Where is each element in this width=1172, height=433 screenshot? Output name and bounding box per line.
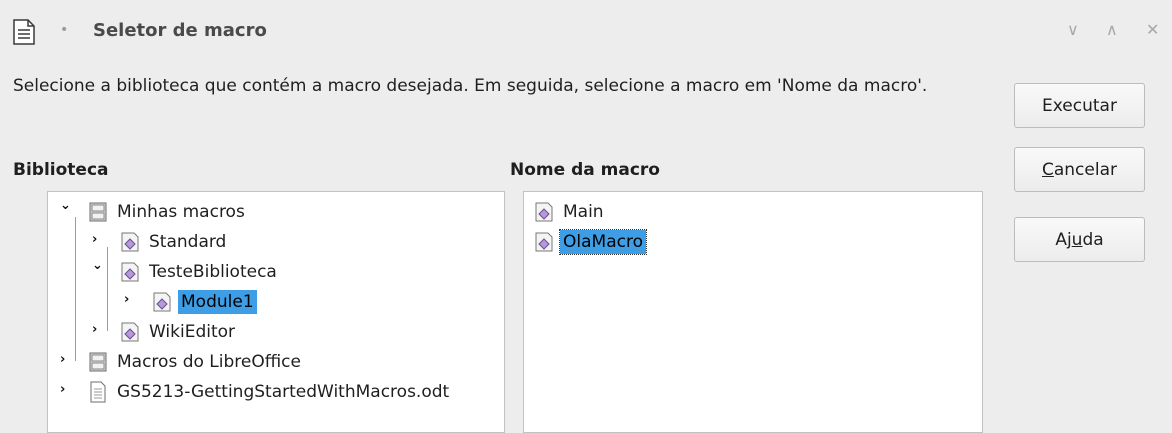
- macro-item-label: OlaMacro: [559, 229, 647, 255]
- basic-library-icon: [121, 232, 139, 252]
- macro-item-label: Main: [563, 202, 604, 222]
- tree-item-label: WikiEditor: [149, 322, 236, 342]
- tree-item-wikieditor[interactable]: WikiEditor: [120, 317, 238, 347]
- execute-button-label: Executar: [1042, 95, 1117, 116]
- tree-item-label: Standard: [149, 232, 227, 252]
- macro-item-olamacro[interactable]: OlaMacro: [534, 227, 647, 257]
- tree-item-macros-libreoffice[interactable]: Macros do LibreOffice: [88, 347, 304, 377]
- chevron-right-icon[interactable]: ›: [92, 322, 97, 337]
- tree-item-testebiblioteca[interactable]: TesteBiblioteca: [120, 257, 280, 287]
- tree-item-minhas-macros[interactable]: Minhas macros: [88, 197, 248, 227]
- macro-icon: [535, 202, 553, 222]
- chevron-down-icon[interactable]: ⌄: [60, 198, 71, 213]
- help-button[interactable]: Aj u da: [1014, 217, 1145, 262]
- minimize-icon[interactable]: ∨: [1067, 20, 1079, 39]
- tree-item-label: Minhas macros: [117, 202, 245, 222]
- library-label: Biblioteca: [13, 160, 109, 180]
- execute-button[interactable]: Executar: [1014, 83, 1145, 128]
- basic-library-icon: [121, 262, 139, 282]
- cancel-button-label: ancelar: [1053, 159, 1117, 180]
- cancel-button[interactable]: Cancelar: [1014, 147, 1145, 192]
- tree-item-label: TesteBiblioteca: [149, 262, 277, 282]
- help-button-label-end: da: [1082, 229, 1104, 250]
- close-icon[interactable]: ✕: [1146, 20, 1159, 39]
- writer-document-icon: [13, 19, 35, 45]
- chevron-right-icon[interactable]: ›: [60, 382, 65, 397]
- tree-item-label: Macros do LibreOffice: [117, 352, 301, 372]
- tree-item-standard[interactable]: Standard: [120, 227, 229, 257]
- tree-item-label: Module1: [178, 290, 257, 314]
- maximize-icon[interactable]: ∧: [1106, 20, 1118, 39]
- basic-module-icon: [153, 292, 171, 312]
- tree-item-document[interactable]: GS5213-GettingStartedWithMacros.odt: [88, 377, 452, 407]
- cancel-accelerator: C: [1041, 159, 1054, 180]
- help-button-label-start: Aj: [1055, 229, 1072, 250]
- tree-item-label: GS5213-GettingStartedWithMacros.odt: [117, 382, 450, 402]
- instruction-text: Selecione a biblioteca que contém a macr…: [13, 76, 928, 96]
- window-title: Seletor de macro: [93, 20, 267, 41]
- tree-item-module1[interactable]: Module1: [152, 287, 257, 317]
- tree-line: [107, 247, 108, 331]
- macro-icon: [535, 232, 553, 252]
- macro-name-label: Nome da macro: [510, 160, 660, 180]
- macro-item-main[interactable]: Main: [534, 197, 607, 227]
- chevron-right-icon[interactable]: ›: [60, 352, 65, 367]
- chevron-down-icon[interactable]: ⌄: [92, 258, 103, 273]
- library-tree[interactable]: ⌄ Minhas macros › Standard ⌄ TesteBiblio…: [47, 191, 505, 433]
- tree-line: [75, 217, 76, 361]
- title-separator: •: [60, 22, 69, 38]
- chevron-right-icon[interactable]: ›: [92, 232, 97, 247]
- help-accelerator: u: [1071, 229, 1083, 250]
- library-container-icon: [89, 352, 107, 372]
- chevron-right-icon[interactable]: ›: [124, 292, 129, 307]
- document-icon: [90, 381, 106, 403]
- basic-library-icon: [121, 322, 139, 342]
- title-bar: • Seletor de macro ∨ ∧ ✕: [0, 0, 1172, 62]
- macro-list[interactable]: Main OlaMacro: [523, 191, 983, 433]
- library-container-icon: [89, 202, 107, 222]
